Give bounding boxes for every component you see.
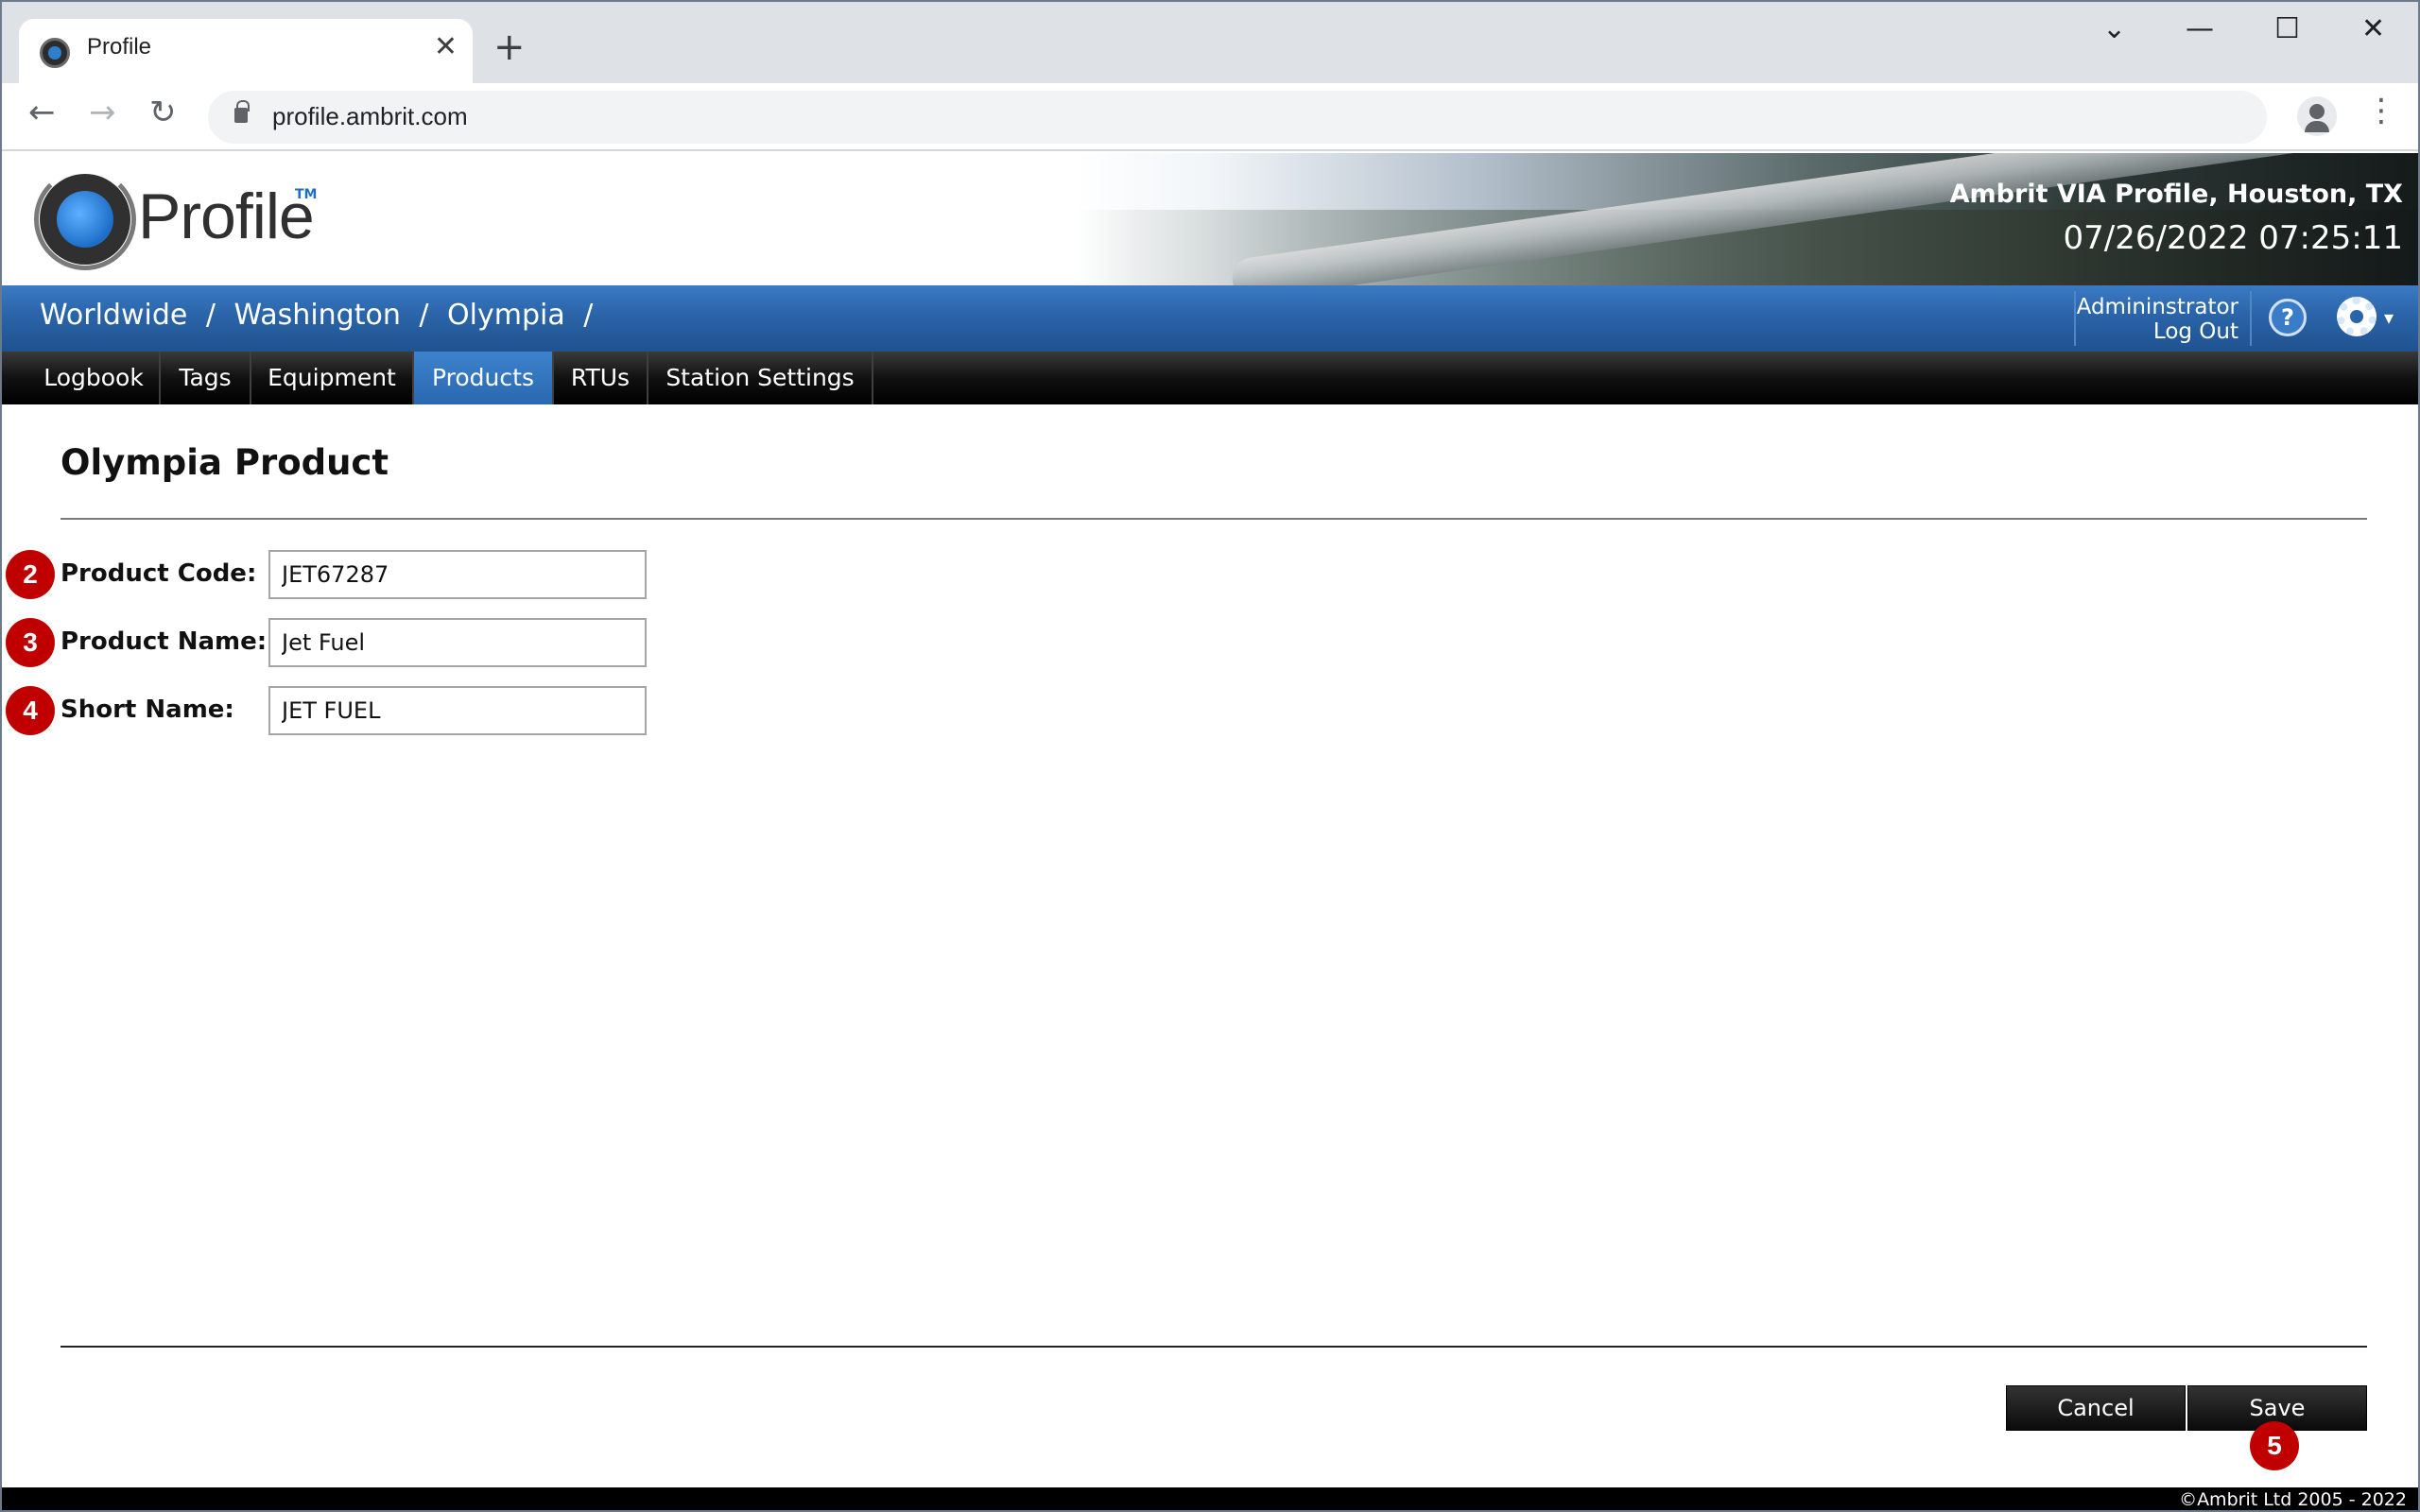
tab-strip: Profile ✕ + ⌄ — ☐ ✕ [2, 2, 2418, 83]
user-name: Admininstrator [2076, 295, 2238, 319]
breadcrumb: Worldwide / Washington / Olympia / [40, 299, 602, 332]
short-name-label: Short Name: [60, 696, 234, 724]
tab-tags[interactable]: Tags [161, 352, 251, 404]
logo-trademark: TM [295, 187, 318, 202]
tab-search-icon[interactable]: ⌄ [2102, 15, 2126, 43]
favicon-icon [40, 38, 70, 68]
breadcrumb-separator: / [205, 299, 216, 332]
tab-products[interactable]: Products [414, 352, 554, 404]
product-code-label: Product Code: [60, 559, 257, 588]
tab-title: Profile [87, 34, 152, 60]
logo-text: Profile [138, 180, 315, 252]
breadcrumb-item-olympia[interactable]: Olympia [447, 299, 565, 332]
tab-station-settings[interactable]: Station Settings [648, 352, 873, 404]
forward-icon[interactable]: → [89, 96, 116, 129]
step-badge: 2 [6, 550, 55, 599]
site-title: Ambrit VIA Profile, Houston, TX [1949, 180, 2403, 209]
page-title: Olympia Product [60, 442, 389, 483]
tab-logbook[interactable]: Logbook [28, 352, 161, 404]
help-icon[interactable]: ? [2269, 299, 2307, 336]
footer: ©Ambrit Ltd 2005 - 2022 [2, 1487, 2418, 1510]
header-clock: 07/26/2022 07:25:11 [2063, 219, 2403, 257]
url-text: profile.ambrit.com [272, 102, 468, 130]
address-bar[interactable]: profile.ambrit.com [208, 91, 2267, 144]
product-code-input[interactable] [268, 550, 647, 599]
tab-equipment[interactable]: Equipment [251, 352, 414, 404]
step-badge: 3 [6, 618, 55, 667]
app-header: Profile TM Ambrit VIA Profile, Houston, … [2, 153, 2418, 285]
product-name-input[interactable] [268, 618, 647, 667]
breadcrumb-bar: Worldwide / Washington / Olympia / Admin… [2, 285, 2418, 352]
short-name-input[interactable] [268, 686, 647, 735]
step-badge: 4 [6, 686, 55, 735]
step-badge: 5 [2250, 1421, 2299, 1470]
profile-avatar-icon[interactable] [2297, 96, 2337, 136]
logout-link[interactable]: Log Out [2077, 319, 2238, 344]
back-icon[interactable]: ← [28, 96, 56, 129]
profile-logo-icon [40, 174, 130, 265]
breadcrumb-item-worldwide[interactable]: Worldwide [40, 299, 187, 332]
user-block: Admininstrator Log Out [2077, 295, 2238, 344]
chevron-down-icon[interactable]: ▾ [2384, 306, 2394, 329]
cancel-button[interactable]: Cancel [2006, 1385, 2186, 1431]
breadcrumb-item-washington[interactable]: Washington [234, 299, 401, 332]
product-name-label: Product Name: [60, 627, 268, 656]
header-divider [2250, 291, 2252, 346]
window-close-icon[interactable]: ✕ [2361, 15, 2385, 43]
browser-toolbar: ← → ↻ profile.ambrit.com ⋮ [2, 83, 2418, 151]
browser-menu-icon[interactable]: ⋮ [2365, 94, 2397, 127]
gear-icon[interactable] [2337, 297, 2377, 336]
maximize-icon[interactable]: ☐ [2274, 15, 2300, 43]
breadcrumb-separator: / [419, 299, 429, 332]
breadcrumb-separator: / [583, 299, 594, 332]
tab-close-icon[interactable]: ✕ [434, 30, 458, 63]
title-divider [60, 518, 2367, 520]
copyright-text: ©Ambrit Ltd 2005 - 2022 [2179, 1489, 2407, 1510]
new-tab-icon[interactable]: + [493, 28, 526, 66]
form-footer-divider [60, 1346, 2367, 1348]
lock-icon [234, 100, 250, 123]
minimize-icon[interactable]: — [2186, 15, 2214, 43]
browser-window: Profile ✕ + ⌄ — ☐ ✕ ← → ↻ profile.ambrit… [0, 0, 2420, 1512]
browser-tab[interactable]: Profile ✕ [19, 19, 473, 83]
main-nav: Logbook Tags Equipment Products RTUs Sta… [2, 352, 2418, 404]
reload-icon[interactable]: ↻ [149, 96, 177, 129]
tab-rtus[interactable]: RTUs [554, 352, 648, 404]
